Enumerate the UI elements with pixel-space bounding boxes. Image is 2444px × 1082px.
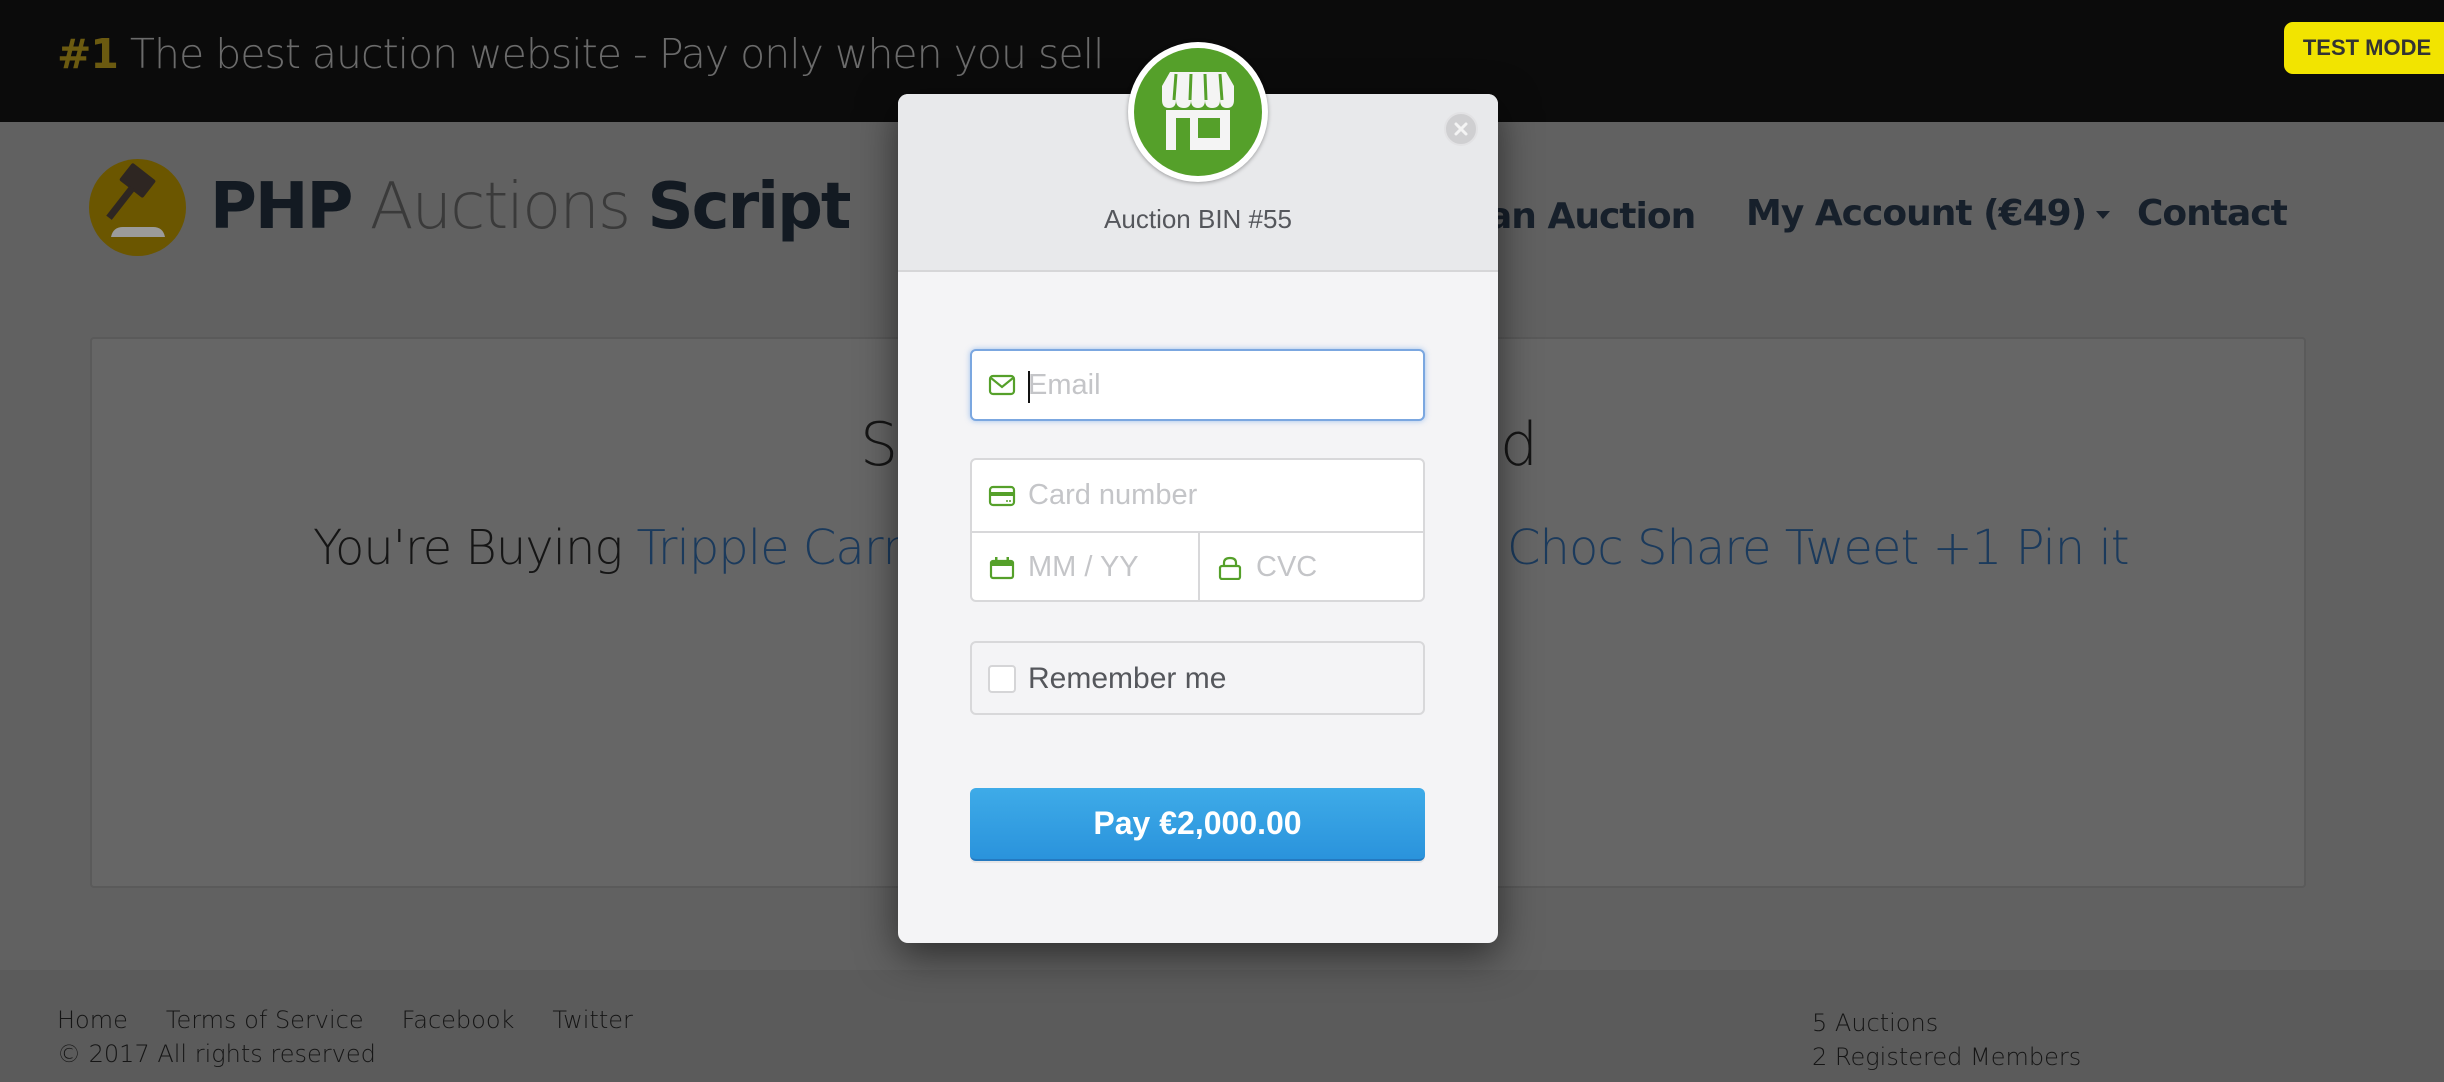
expiry-field[interactable] xyxy=(972,533,1200,602)
footer-link-twitter[interactable]: Twitter xyxy=(552,1006,632,1034)
envelope-icon xyxy=(988,374,1016,396)
page-heading-start: S xyxy=(860,410,899,480)
nav-create-auction[interactable]: an Auction xyxy=(1488,196,1696,237)
calendar-icon xyxy=(989,556,1015,579)
remember-me-label[interactable]: Remember me xyxy=(1028,662,1226,696)
buying-line-end: Choc Share Tweet +1 Pin it xyxy=(1507,520,2130,576)
footer-link-home[interactable]: Home xyxy=(57,1006,128,1034)
nav-contact[interactable]: Contact xyxy=(2137,193,2288,234)
nav-my-account[interactable]: My Account (€49) xyxy=(1746,193,2111,234)
cvc-input[interactable] xyxy=(1256,533,1415,602)
pin-it-link[interactable]: Pin it xyxy=(2016,520,2130,576)
tagline-text: The best auction website - Pay only when… xyxy=(117,30,1104,78)
credit-card-icon xyxy=(988,485,1016,506)
site-stats: 5 Auctions 2 Registered Members xyxy=(1812,1006,2081,1074)
tagline: #1 The best auction website - Pay only w… xyxy=(57,30,1104,78)
site-logo-text[interactable]: PHP Auctions Script xyxy=(210,170,852,244)
page-heading-end: d xyxy=(1500,410,1539,480)
close-icon xyxy=(1454,122,1468,136)
text-cursor xyxy=(1028,371,1030,403)
plus-one-link[interactable]: +1 xyxy=(1933,520,2003,576)
logo-word-auctions: Auctions xyxy=(351,170,648,244)
card-number-input[interactable] xyxy=(1028,460,1415,531)
card-details-group xyxy=(970,458,1425,602)
buying-line-start: You're Buying Tripple Carri xyxy=(313,520,915,576)
tagline-number: #1 xyxy=(57,30,119,78)
email-field[interactable] xyxy=(970,349,1425,421)
chevron-down-icon xyxy=(2096,211,2111,219)
storefront-icon xyxy=(1128,42,1268,182)
pay-button[interactable]: Pay €2,000.00 xyxy=(970,788,1425,861)
member-count: 2 Registered Members xyxy=(1812,1043,2082,1071)
copyright: © 2017 All rights reserved xyxy=(57,1040,376,1068)
remember-me-row[interactable]: Remember me xyxy=(970,641,1425,715)
nav-my-account-label: My Account (€49) xyxy=(1746,193,2087,234)
item-link[interactable]: Tripple Carri xyxy=(636,520,914,576)
tweet-link[interactable]: Tweet xyxy=(1785,520,1920,576)
logo-word-php: PHP xyxy=(210,170,353,244)
card-number-field[interactable] xyxy=(972,460,1423,533)
remember-me-checkbox[interactable] xyxy=(988,665,1016,693)
payment-modal: Auction BIN #55 Email Card number MM / Y… xyxy=(898,42,1498,943)
auction-count: 5 Auctions xyxy=(1812,1009,1939,1037)
cvc-field[interactable] xyxy=(1200,533,1423,602)
footer-links: Home Terms of Service Facebook Twitter xyxy=(57,1006,671,1034)
gavel-icon[interactable] xyxy=(89,159,186,256)
footer-link-facebook[interactable]: Facebook xyxy=(402,1006,515,1034)
share-link[interactable]: Share xyxy=(1637,520,1772,576)
test-mode-badge: TEST MODE xyxy=(2284,22,2444,74)
buying-prefix: You're Buying xyxy=(313,520,637,576)
expiry-input[interactable] xyxy=(1028,533,1190,602)
email-input[interactable] xyxy=(1028,351,1415,419)
lock-icon xyxy=(1218,556,1242,580)
close-button[interactable] xyxy=(1444,112,1478,146)
logo-word-script: Script xyxy=(647,170,852,244)
modal-title: Auction BIN #55 xyxy=(1104,204,1292,234)
footer-link-terms[interactable]: Terms of Service xyxy=(166,1006,364,1034)
item-link-end[interactable]: Choc xyxy=(1507,520,1624,576)
